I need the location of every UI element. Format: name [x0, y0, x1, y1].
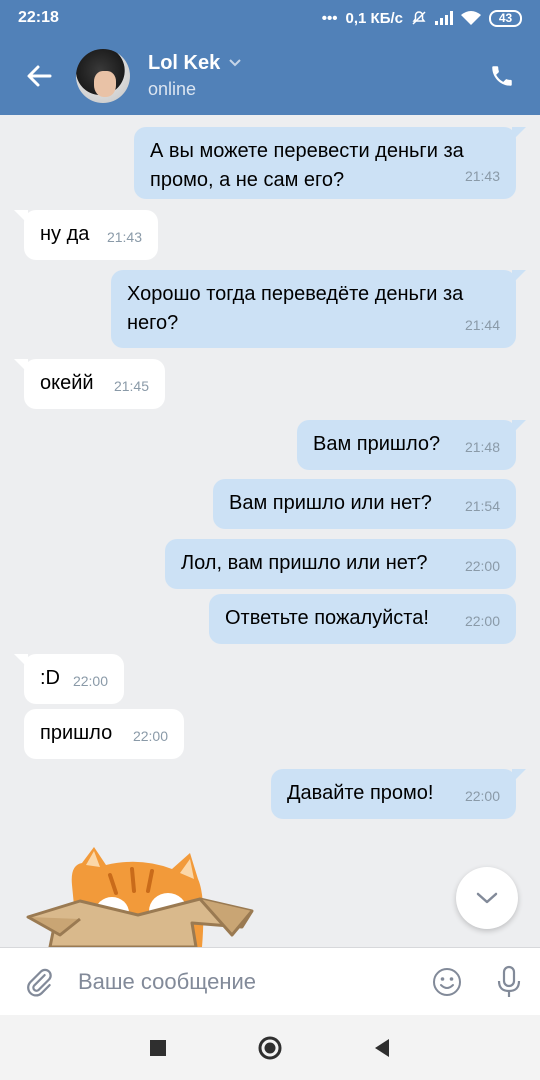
message-time: 21:43 [464, 168, 500, 184]
message-text: ну да [40, 223, 90, 245]
contact-name: Lol Kek [148, 51, 221, 74]
scroll-down-button[interactable] [456, 867, 518, 929]
message-time: 21:48 [464, 439, 500, 455]
message-text: пришло [40, 722, 113, 744]
message-outgoing[interactable]: Лол, вам пришло или нет? 22:00 [165, 539, 516, 589]
back-arrow-icon[interactable] [22, 59, 56, 93]
message-text: Ответьте пожалуйста! [225, 607, 429, 629]
android-nav-bar [0, 1015, 540, 1080]
status-right: ••• 0,1 КБ/с 43 [321, 9, 522, 27]
nav-recent-icon[interactable] [149, 1039, 167, 1057]
message-time: 21:43 [106, 229, 142, 245]
message-time: 22:00 [464, 788, 500, 804]
status-time: 22:18 [18, 9, 59, 26]
message-incoming[interactable]: окейй 21:45 [14, 359, 165, 409]
paperclip-icon[interactable] [0, 966, 78, 998]
message-input[interactable] [78, 968, 416, 995]
battery-indicator: 43 [489, 9, 522, 27]
microphone-icon[interactable] [478, 965, 540, 999]
status-bar: 22:18 ••• 0,1 КБ/с 43 [0, 0, 540, 36]
mute-icon [412, 11, 426, 25]
cat-in-box-sticker[interactable] [20, 835, 260, 947]
message-text: А вы можете перевести деньги за промо, а… [150, 140, 464, 191]
message-outgoing[interactable]: Ответьте пожалуйста! 22:00 [209, 594, 516, 644]
message-time: 22:00 [132, 728, 168, 744]
phone-icon[interactable] [472, 46, 532, 106]
message-incoming[interactable]: :D 22:00 [14, 654, 124, 704]
scroll-down-icon [476, 892, 498, 904]
message-incoming[interactable]: ну да 21:43 [14, 210, 158, 260]
more-dots-icon: ••• [321, 9, 338, 27]
message-text: окейй [40, 372, 94, 394]
message-time: 22:00 [72, 673, 108, 689]
message-outgoing[interactable]: Вам пришло или нет? 21:54 [213, 479, 516, 529]
message-time: 21:54 [464, 498, 500, 514]
nav-home-icon[interactable] [257, 1035, 283, 1061]
message-time: 22:00 [464, 613, 500, 629]
nav-back-icon[interactable] [373, 1038, 391, 1058]
message-time: 21:45 [113, 378, 149, 394]
message-outgoing[interactable]: А вы можете перевести деньги за промо, а… [134, 127, 526, 199]
message-time: 22:00 [464, 558, 500, 574]
composer-bar [0, 947, 540, 1015]
message-time: 21:44 [464, 317, 500, 333]
contact-status: online [148, 78, 197, 99]
message-text: Вам пришло или нет? [229, 492, 432, 514]
message-incoming[interactable]: пришло 22:00 [24, 709, 184, 759]
message-list[interactable]: А вы можете перевести деньги за промо, а… [0, 115, 540, 947]
message-text: :D [40, 667, 60, 689]
contact-title[interactable]: Lol Kek online [148, 52, 472, 100]
avatar[interactable] [76, 48, 130, 103]
message-outgoing[interactable]: Хорошо тогда переведёте деньги за него? … [111, 270, 526, 348]
top-bar: 22:18 ••• 0,1 КБ/с 43 Lol Kek online [0, 0, 540, 115]
network-speed: 0,1 КБ/с [345, 9, 403, 27]
message-text: Вам пришло? [313, 433, 441, 455]
smile-icon[interactable] [416, 966, 478, 998]
chevron-down-icon [229, 59, 241, 67]
message-text: Давайте промо! [287, 782, 434, 804]
message-outgoing[interactable]: Вам пришло? 21:48 [297, 420, 526, 470]
chat-header: Lol Kek online [0, 36, 540, 115]
message-text: Хорошо тогда переведёте деньги за него? [127, 283, 464, 334]
message-outgoing[interactable]: Давайте промо! 22:00 [271, 769, 526, 819]
wifi-icon [461, 10, 481, 25]
signal-icon [435, 11, 453, 25]
message-text: Лол, вам пришло или нет? [181, 552, 428, 574]
